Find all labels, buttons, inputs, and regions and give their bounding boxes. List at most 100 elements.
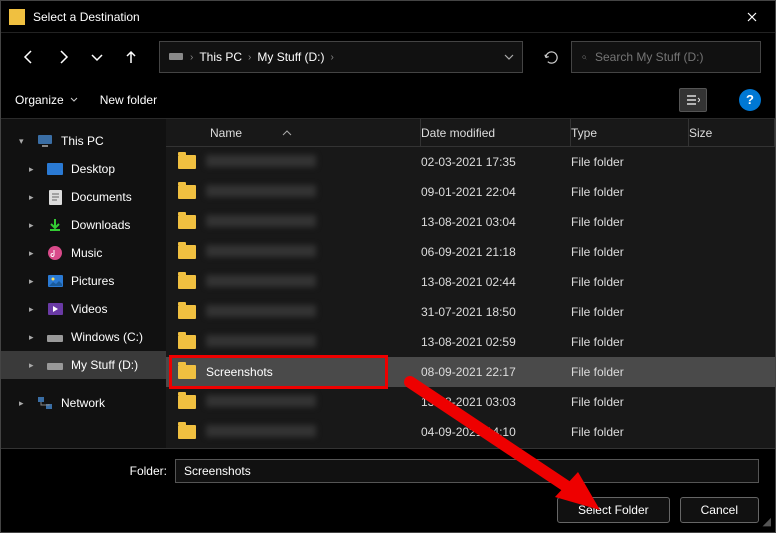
file-name: [206, 245, 421, 260]
newfolder-label: New folder: [100, 93, 157, 107]
resize-grip[interactable]: ◢: [763, 515, 771, 528]
chevron-right-icon: ▸: [29, 192, 39, 203]
folder-input[interactable]: [175, 459, 759, 483]
folder-icon: [178, 215, 196, 229]
file-type: File folder: [571, 275, 689, 289]
table-row[interactable]: 13-08-2021 03:04File folder: [166, 207, 775, 237]
table-row[interactable]: 31-07-2021 18:50File folder: [166, 297, 775, 327]
network-icon: [37, 395, 53, 411]
sidebar-item-pictures[interactable]: ▸ Pictures: [1, 267, 166, 295]
close-button[interactable]: [729, 1, 775, 33]
folder-icon: [178, 395, 196, 409]
back-button[interactable]: [17, 45, 41, 69]
footer: Folder: Select Folder Cancel: [1, 448, 775, 532]
sidebar-item-windowsc[interactable]: ▸ Windows (C:): [1, 323, 166, 351]
sidebar-item-documents[interactable]: ▸ Documents: [1, 183, 166, 211]
chevron-down-icon: ▾: [19, 136, 29, 147]
file-name: [206, 155, 421, 170]
breadcrumb-thispc[interactable]: This PC: [199, 50, 242, 64]
search-input[interactable]: [595, 50, 750, 64]
help-button[interactable]: ?: [739, 89, 761, 111]
table-row[interactable]: 13-08-2021 02:44File folder: [166, 267, 775, 297]
file-date: 13-08-2021 03:04: [421, 215, 571, 229]
file-name: [206, 275, 421, 290]
close-icon: [747, 12, 757, 22]
table-row[interactable]: 13-08-2021 03:03File folder: [166, 387, 775, 417]
nav-row: › This PC › My Stuff (D:) ›: [1, 33, 775, 81]
table-row[interactable]: 04-09-2021 14:10File folder: [166, 417, 775, 447]
forward-button[interactable]: [51, 45, 75, 69]
table-row[interactable]: 06-09-2021 21:18File folder: [166, 237, 775, 267]
col-type[interactable]: Type: [571, 126, 597, 140]
folder-icon: [178, 245, 196, 259]
file-name: [206, 425, 421, 440]
recent-dropdown[interactable]: [85, 45, 109, 69]
sidebar-label: This PC: [61, 134, 104, 148]
chevron-right-icon: ▸: [29, 164, 39, 175]
col-name[interactable]: Name: [210, 126, 242, 140]
folder-icon: [178, 425, 196, 439]
chevron-right-icon: ▸: [29, 360, 39, 371]
refresh-button[interactable]: [537, 43, 565, 71]
folder-icon: [178, 155, 196, 169]
col-date[interactable]: Date modified: [421, 126, 495, 140]
folder-label: Folder:: [17, 464, 167, 478]
file-name: [206, 305, 421, 320]
search-box[interactable]: [571, 41, 761, 73]
col-size[interactable]: Size: [689, 126, 712, 140]
downloads-icon: [47, 217, 63, 233]
sidebar-item-thispc[interactable]: ▾ This PC: [1, 127, 166, 155]
chevron-right-icon: ›: [248, 52, 251, 63]
file-type: File folder: [571, 155, 689, 169]
organize-label: Organize: [15, 93, 64, 107]
table-row[interactable]: 13-08-2021 02:59File folder: [166, 327, 775, 357]
file-name: [206, 395, 421, 410]
table-row[interactable]: 02-03-2021 17:35File folder: [166, 147, 775, 177]
select-folder-button[interactable]: Select Folder: [557, 497, 670, 523]
file-date: 13-08-2021 02:59: [421, 335, 571, 349]
column-header[interactable]: Name Date modified Type Size: [166, 119, 775, 147]
window-title: Select a Destination: [33, 10, 729, 24]
chevron-right-icon: ▸: [19, 398, 29, 409]
breadcrumb-mystuff[interactable]: My Stuff (D:): [257, 50, 324, 64]
cancel-button[interactable]: Cancel: [680, 497, 759, 523]
folder-icon: [178, 275, 196, 289]
address-dropdown[interactable]: [504, 50, 514, 65]
sidebar-item-music[interactable]: ▸ Music: [1, 239, 166, 267]
chevron-right-icon: ›: [190, 52, 193, 63]
title-bar: Select a Destination: [1, 1, 775, 33]
sidebar-item-videos[interactable]: ▸ Videos: [1, 295, 166, 323]
chevron-right-icon: ›: [331, 52, 334, 63]
documents-icon: [47, 189, 63, 205]
sidebar-item-downloads[interactable]: ▸ Downloads: [1, 211, 166, 239]
organize-button[interactable]: Organize: [15, 93, 78, 107]
new-folder-button[interactable]: New folder: [100, 93, 157, 107]
chevron-down-icon: [70, 96, 78, 104]
file-date: 02-03-2021 17:35: [421, 155, 571, 169]
videos-icon: [47, 301, 63, 317]
sidebar-label: Downloads: [71, 218, 130, 232]
file-date: 13-08-2021 02:44: [421, 275, 571, 289]
view-button[interactable]: [679, 88, 707, 112]
table-row[interactable]: 09-01-2021 22:04File folder: [166, 177, 775, 207]
sidebar-label: Videos: [71, 302, 107, 316]
file-type: File folder: [571, 215, 689, 229]
file-date: 08-09-2021 22:17: [421, 365, 571, 379]
sidebar-item-mystuff[interactable]: ▸ My Stuff (D:): [1, 351, 166, 379]
file-date: 06-09-2021 21:18: [421, 245, 571, 259]
sidebar-label: Music: [71, 246, 102, 260]
pictures-icon: [47, 273, 63, 289]
sidebar: ▾ This PC ▸ Desktop ▸ Documents ▸ Downlo…: [1, 119, 166, 448]
sidebar-item-network[interactable]: ▸ Network: [1, 389, 166, 417]
address-bar[interactable]: › This PC › My Stuff (D:) ›: [159, 41, 523, 73]
chevron-right-icon: ▸: [29, 304, 39, 315]
drive-icon: [47, 357, 63, 373]
table-row[interactable]: Screenshots08-09-2021 22:17File folder: [166, 357, 775, 387]
up-button[interactable]: [119, 45, 143, 69]
file-name: [206, 335, 421, 350]
sidebar-label: Pictures: [71, 274, 114, 288]
folder-icon: [178, 185, 196, 199]
sidebar-item-desktop[interactable]: ▸ Desktop: [1, 155, 166, 183]
file-date: 31-07-2021 18:50: [421, 305, 571, 319]
sidebar-label: Desktop: [71, 162, 115, 176]
